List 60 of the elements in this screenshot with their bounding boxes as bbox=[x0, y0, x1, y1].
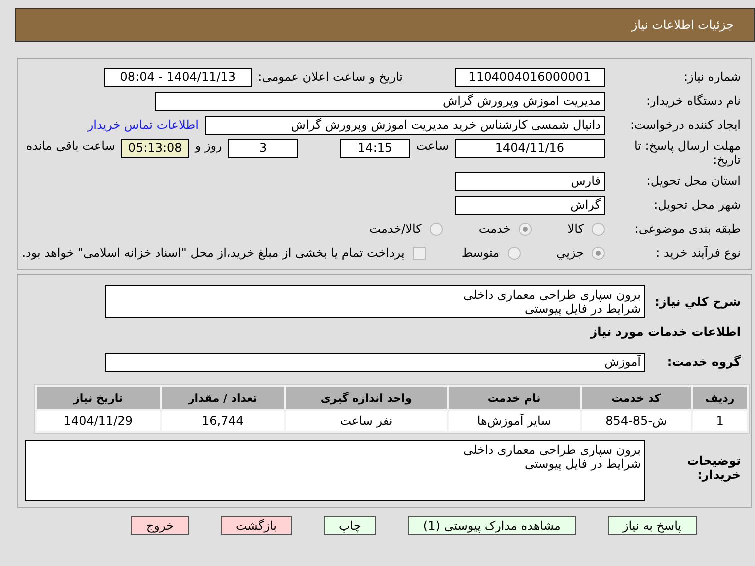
service-group-field: آموزش bbox=[105, 352, 645, 372]
buyer-field: مدیریت اموزش وپرورش گراش bbox=[155, 92, 605, 110]
days-field: 3 bbox=[228, 139, 298, 158]
field-label: طبقه بندی موضوعی: bbox=[634, 222, 741, 236]
field-label: روز و bbox=[195, 139, 222, 153]
page-title: جزئیات اطلاعات نیاز bbox=[632, 18, 734, 32]
table-cell: 1 bbox=[693, 411, 747, 431]
checkbox-label: پرداخت تمام یا بخشی از مبلغ خرید،از محل "اسناد خزانه اسلامی" خواهد بود. bbox=[22, 246, 405, 260]
field-label: شهر محل تحویل: bbox=[653, 198, 741, 212]
announce-date-field: 1404/11/13 - 08:04 bbox=[104, 68, 252, 86]
need-number-field: 1104004016000001 bbox=[455, 68, 605, 86]
column-header: واحد اندازه گیری bbox=[286, 387, 447, 409]
field-label: ایجاد کننده درخواست: bbox=[629, 118, 741, 132]
column-header: تعداد / مقدار bbox=[162, 387, 284, 409]
radio-label: جزیي bbox=[556, 246, 584, 260]
table-cell: 16,744 bbox=[162, 411, 284, 431]
radio-button[interactable] bbox=[518, 222, 532, 236]
buyer-notes-field: برون سپاری طراحی معماری داخلی شرایط در فایل پیوستی bbox=[25, 440, 645, 501]
summary-field: برون سپاری طراحی معماری داخلی شرایط در فایل پیوستی bbox=[105, 285, 645, 318]
field-label: شماره نیاز: bbox=[683, 70, 741, 84]
remaining-time-field: 05:13:08 bbox=[121, 139, 190, 158]
table-cell: ش-85-854 bbox=[582, 411, 692, 431]
table-cell: سایر آموزش‌ها bbox=[448, 411, 580, 431]
column-header: ردیف bbox=[693, 387, 747, 409]
province-field: فارس bbox=[455, 172, 605, 190]
creator-field: دانیال شمسی کارشناس خرید مدیریت اموزش وپرورش گراش bbox=[205, 116, 605, 134]
field-label: تاریخ و ساعت اعلان عمومی: bbox=[258, 70, 403, 84]
field-label: استان محل تحویل: bbox=[646, 174, 741, 188]
action-button[interactable]: پاسخ به نیاز bbox=[608, 516, 697, 535]
field-label: نام دستگاه خریدار: bbox=[646, 94, 741, 108]
buyer-contact-link[interactable]: اطلاعات تماس خریدار bbox=[88, 118, 199, 132]
action-button[interactable]: مشاهده مدارک پیوستی (1) bbox=[408, 516, 576, 535]
field-label: نوع فرآیند خرید : bbox=[655, 246, 741, 260]
checkbox[interactable] bbox=[412, 246, 426, 260]
action-button[interactable]: بازگشت bbox=[221, 516, 292, 535]
radio-label: کالا bbox=[568, 222, 584, 236]
radio-button[interactable] bbox=[592, 246, 605, 260]
field-label: توضیحات خریدار: bbox=[686, 453, 741, 482]
field-label: ساعت باقی مانده bbox=[26, 139, 116, 153]
city-field: گراش bbox=[455, 196, 605, 214]
deadline-date-field: 1404/11/16 bbox=[455, 139, 605, 158]
radio-label: متوسط bbox=[462, 246, 500, 260]
column-header: کد خدمت bbox=[582, 387, 692, 409]
section-title: اطلاعات خدمات مورد نیاز bbox=[589, 325, 741, 339]
field-label: شرح کلي نياز: bbox=[654, 294, 741, 308]
field-label: مهلت ارسال پاسخ: تا تاریخ: bbox=[633, 139, 741, 167]
table-cell: نفر ساعت bbox=[286, 411, 447, 431]
radio-button[interactable] bbox=[508, 246, 521, 260]
action-button[interactable]: چاپ bbox=[324, 516, 376, 535]
action-button[interactable]: خروج bbox=[131, 516, 189, 535]
deadline-time-field: 14:15 bbox=[340, 139, 410, 158]
radio-label: خدمت bbox=[478, 222, 511, 236]
radio-button[interactable] bbox=[430, 222, 443, 236]
radio-label: کالا/خدمت bbox=[370, 222, 422, 236]
column-header: نام خدمت bbox=[448, 387, 580, 409]
radio-button[interactable] bbox=[592, 222, 605, 236]
field-label: گروه خدمت: bbox=[666, 355, 741, 369]
table-cell: 1404/11/29 bbox=[37, 411, 160, 431]
field-label: ساعت bbox=[416, 139, 449, 153]
column-header: تاریخ نیاز bbox=[37, 387, 160, 409]
